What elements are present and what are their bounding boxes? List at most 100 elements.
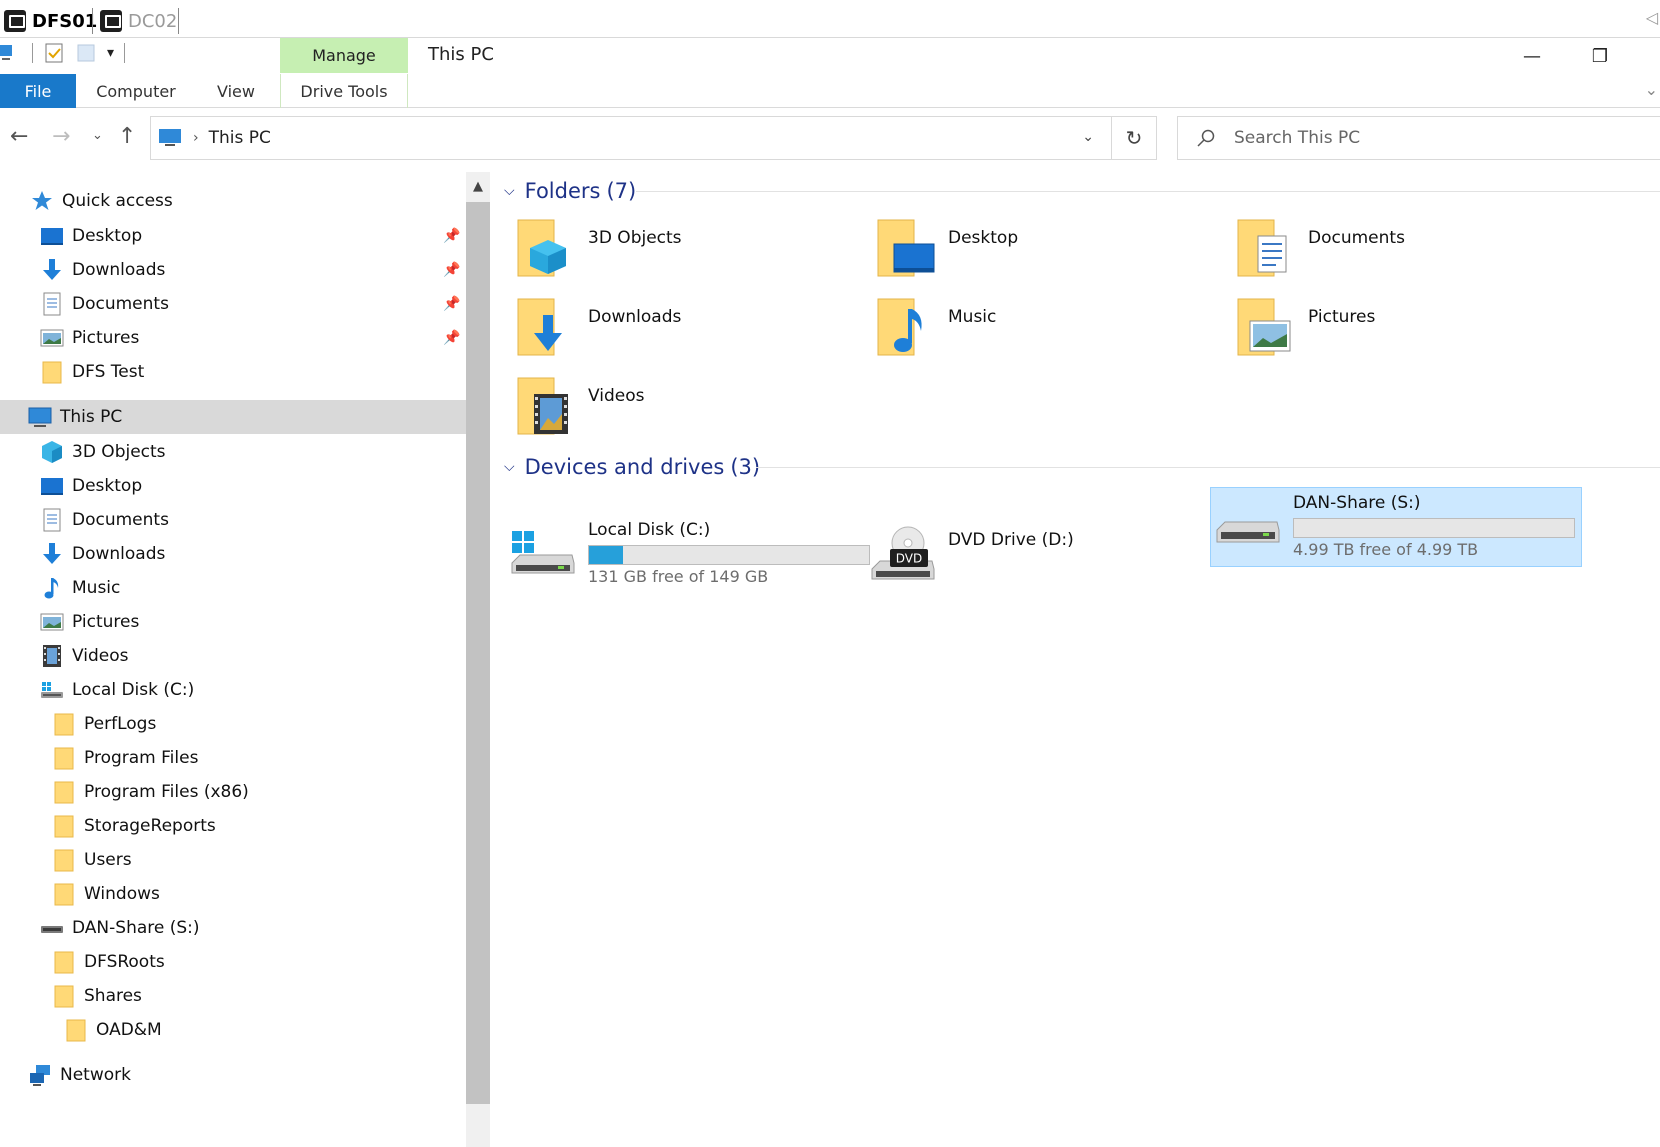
group-divider: [636, 191, 1660, 192]
local-disk-icon: [511, 531, 575, 574]
group-divider: [756, 467, 1660, 468]
nav-network[interactable]: Network: [0, 1058, 466, 1092]
chevron-down-icon[interactable]: ⌵: [504, 459, 515, 475]
nav-folder-windows[interactable]: Windows: [0, 877, 466, 911]
nav-quick-documents[interactable]: Documents 📌: [0, 287, 466, 321]
group-count: (7): [606, 179, 637, 203]
nav-folder-storagereports[interactable]: StorageReports: [0, 809, 466, 843]
nav-item-label: DFS Test: [72, 362, 145, 382]
tab-computer[interactable]: Computer: [84, 74, 188, 108]
nav-this-pc[interactable]: This PC: [0, 400, 466, 434]
nav-pc-videos[interactable]: Videos: [0, 639, 466, 673]
remote-desktop-icon: [4, 10, 26, 32]
pin-icon[interactable]: 📌: [443, 296, 460, 312]
nav-folder-shares[interactable]: Shares: [0, 979, 466, 1013]
nav-item-label: Pictures: [72, 328, 140, 348]
nav-quick-downloads[interactable]: Downloads 📌: [0, 253, 466, 287]
address-bar[interactable]: › This PC ⌄ ↻: [150, 116, 1157, 160]
refresh-button[interactable]: ↻: [1111, 117, 1156, 159]
devices-group-header[interactable]: ⌵ Devices and drives (3): [504, 452, 760, 482]
nav-pc-desktop[interactable]: Desktop: [0, 469, 466, 503]
nav-folder-program-files[interactable]: Program Files: [0, 741, 466, 775]
manage-contextual-tab[interactable]: Manage: [280, 38, 408, 73]
nav-item-label: Network: [60, 1065, 131, 1085]
this-pc-icon[interactable]: [0, 42, 22, 64]
minimize-button[interactable]: —: [1512, 42, 1552, 70]
nav-quick-access[interactable]: Quick access: [0, 184, 466, 218]
back-button[interactable]: ←: [10, 124, 28, 149]
scrollbar-thumb[interactable]: [466, 202, 490, 1104]
nav-quick-pictures[interactable]: Pictures 📌: [0, 321, 466, 355]
folder-label: Downloads: [588, 307, 682, 327]
3d-objects-icon: [42, 441, 62, 463]
search-input[interactable]: [1234, 128, 1634, 148]
folder-tile-pictures[interactable]: Pictures: [1226, 287, 1598, 367]
nav-folder-oadm[interactable]: OAD&M: [0, 1013, 466, 1047]
session-tab-dc02[interactable]: DC02: [100, 6, 177, 36]
session-tab-dfs01[interactable]: DFS01: [4, 6, 97, 36]
nav-quick-desktop[interactable]: Desktop 📌: [0, 219, 466, 253]
nav-pc-local-disk[interactable]: Local Disk (C:): [0, 673, 466, 707]
scroll-up-icon[interactable]: ▲: [466, 174, 490, 198]
collapse-arrow-icon[interactable]: ◁: [1646, 8, 1658, 27]
drive-tile-dvd[interactable]: DVD DVD Drive (D:): [866, 515, 1238, 595]
nav-pc-music[interactable]: Music: [0, 571, 466, 605]
nav-pc-downloads[interactable]: Downloads: [0, 537, 466, 571]
nav-pc-3d-objects[interactable]: 3D Objects: [0, 435, 466, 469]
folder-tile-desktop[interactable]: Desktop: [866, 208, 1238, 288]
nav-folder-perflogs[interactable]: PerfLogs: [0, 707, 466, 741]
folder-tile-music[interactable]: Music: [866, 287, 1238, 367]
nav-folder-program-files-x86[interactable]: Program Files (x86): [0, 775, 466, 809]
expand-ribbon-icon[interactable]: ⌄: [1645, 80, 1658, 99]
nav-dan-share-drive[interactable]: DAN-Share (S:): [0, 911, 466, 945]
documents-folder-icon: [1237, 219, 1287, 277]
forward-button[interactable]: →: [52, 124, 70, 149]
nav-pc-pictures[interactable]: Pictures: [0, 605, 466, 639]
folder-tile-3d-objects[interactable]: 3D Objects: [506, 208, 878, 288]
folder-tile-videos[interactable]: Videos: [506, 366, 878, 446]
folder-label: Desktop: [948, 228, 1019, 248]
address-dropdown-icon[interactable]: ⌄: [1082, 129, 1094, 145]
breadcrumb-this-pc[interactable]: This PC: [209, 128, 271, 148]
3d-objects-folder-icon: [517, 219, 566, 277]
nav-item-label: PerfLogs: [84, 714, 157, 734]
folder-tile-documents[interactable]: Documents: [1226, 208, 1598, 288]
tab-drive-tools[interactable]: Drive Tools: [280, 74, 408, 108]
drive-tile-dan-share[interactable]: DAN-Share (S:) 4.99 TB free of 4.99 TB: [1210, 487, 1582, 567]
nav-quick-dfs-test[interactable]: DFS Test: [0, 355, 466, 389]
folders-group-header[interactable]: ⌵ Folders (7): [504, 176, 636, 206]
group-title: Devices and drives: [524, 455, 725, 479]
nav-pc-documents[interactable]: Documents: [0, 503, 466, 537]
toolbar-divider: [124, 43, 126, 63]
nav-item-label: Downloads: [72, 544, 166, 564]
nav-folder-dfsroots[interactable]: DFSRoots: [0, 945, 466, 979]
breadcrumb-separator-icon[interactable]: ›: [193, 130, 199, 146]
recent-locations-button[interactable]: ⌄: [92, 128, 103, 143]
nav-item-label: Documents: [72, 294, 169, 314]
search-box[interactable]: [1177, 116, 1660, 160]
chevron-down-icon[interactable]: ⌵: [504, 183, 515, 199]
nav-folder-users[interactable]: Users: [0, 843, 466, 877]
nav-scrollbar[interactable]: ▲: [466, 172, 490, 1147]
properties-icon[interactable]: [43, 42, 65, 64]
up-button[interactable]: ↑: [118, 124, 136, 149]
session-tab-divider: [92, 8, 93, 34]
remote-desktop-icon: [100, 10, 122, 32]
content-pane: ⌵ Folders (7) 3D Objects Desktop Documen…: [490, 172, 1660, 1147]
drive-tile-local-disk[interactable]: Local Disk (C:) 131 GB free of 149 GB: [506, 515, 878, 595]
customize-toolbar-icon[interactable]: ▾: [107, 45, 114, 61]
quick-access-toolbar: ▾: [0, 42, 126, 64]
nav-item-label: Shares: [84, 986, 142, 1006]
tab-view[interactable]: View: [200, 74, 272, 108]
folder-tile-downloads[interactable]: Downloads: [506, 287, 878, 367]
nav-item-label: Users: [84, 850, 132, 870]
pin-icon[interactable]: 📌: [443, 330, 460, 346]
pin-icon[interactable]: 📌: [443, 228, 460, 244]
pin-icon[interactable]: 📌: [443, 262, 460, 278]
restore-button[interactable]: ❐: [1580, 42, 1620, 70]
nav-item-label: StorageReports: [84, 816, 216, 836]
desktop-icon: [41, 478, 63, 495]
local-disk-icon: [41, 682, 63, 698]
new-folder-icon[interactable]: [75, 42, 97, 64]
tab-file[interactable]: File: [0, 74, 76, 108]
